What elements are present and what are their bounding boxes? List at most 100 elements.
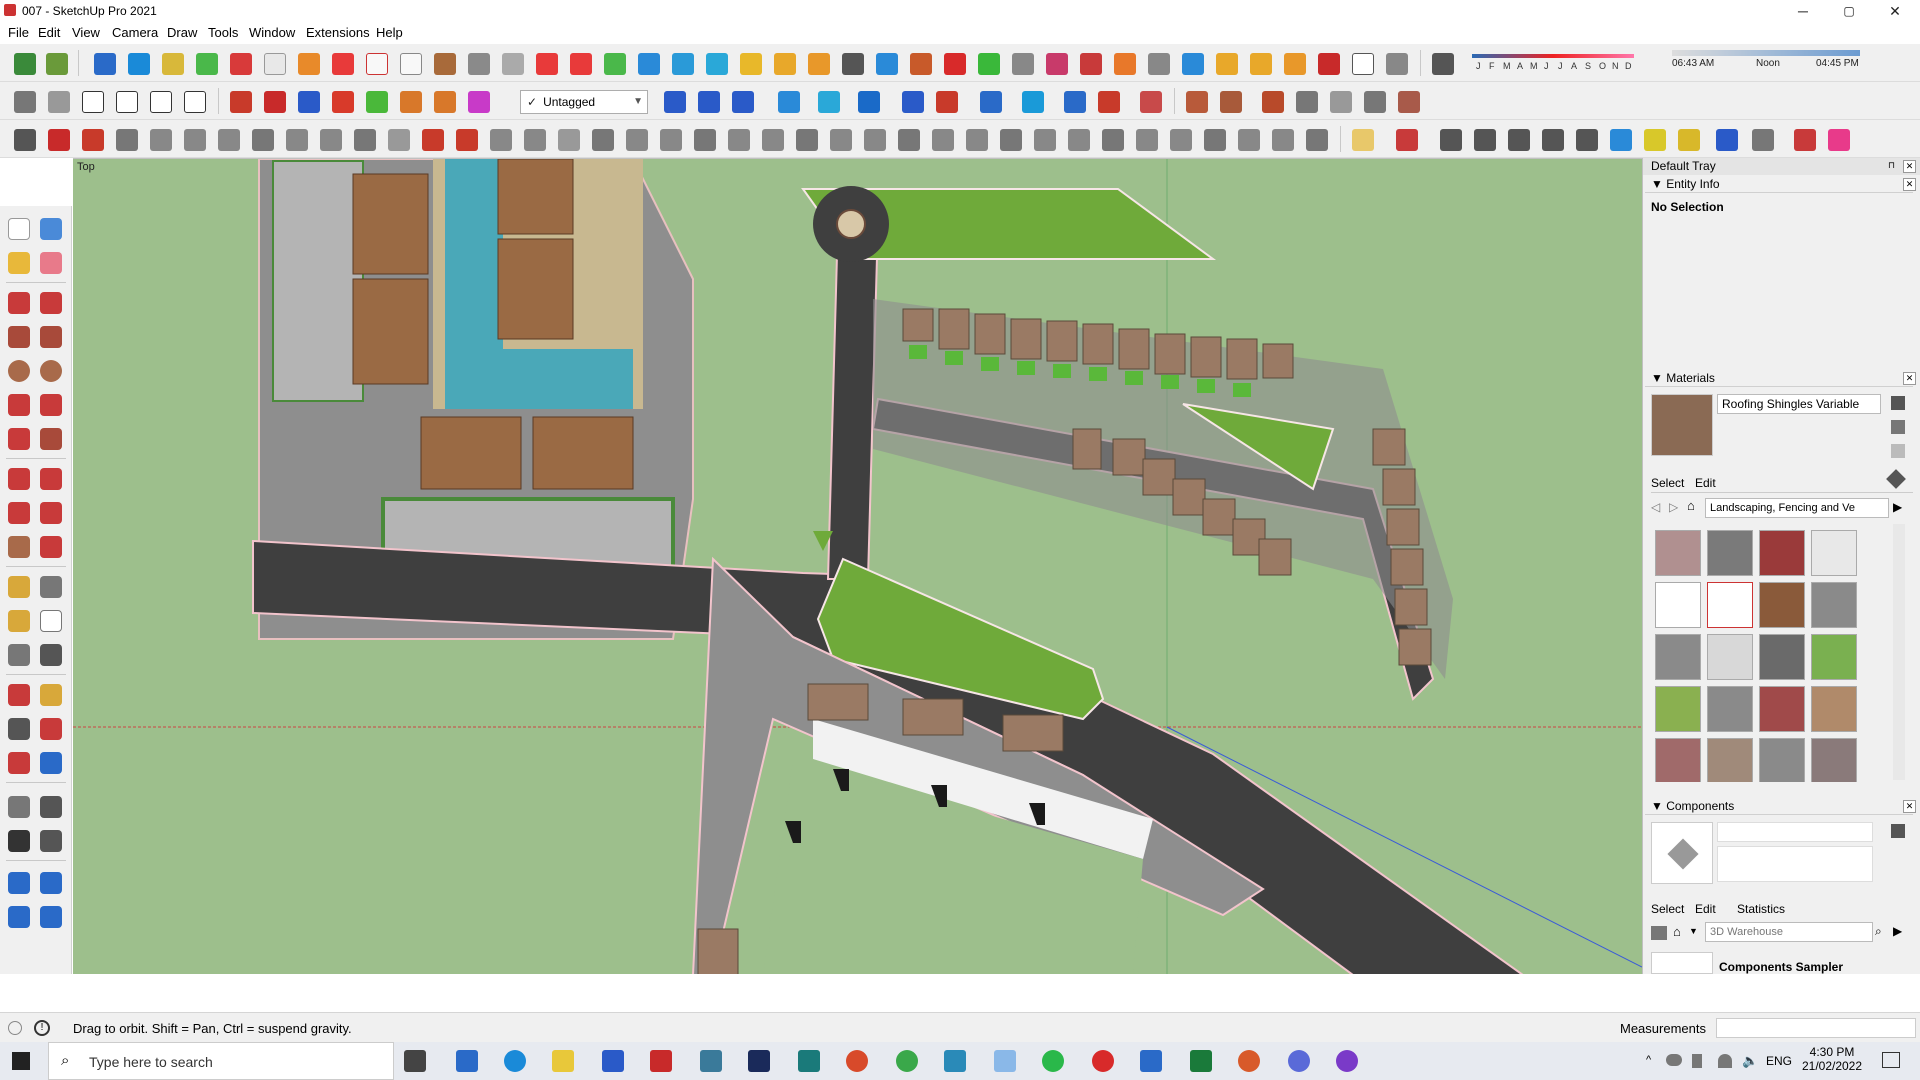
pin-icon[interactable]: ⊓ [1885,160,1898,173]
rail-d-icon[interactable] [762,129,784,151]
rail-c-icon[interactable] [728,129,750,151]
bezier-b-icon[interactable] [48,129,70,151]
axes-icon[interactable] [8,644,30,666]
bezier-c-icon[interactable] [82,129,104,151]
onedrive-icon[interactable] [1666,1054,1682,1066]
link-icon[interactable] [1716,129,1738,151]
push-pull-icon[interactable] [40,468,62,490]
language-indicator[interactable]: ENG [1766,1054,1792,1068]
tool-n-icon[interactable] [400,91,422,113]
dimension-icon[interactable] [980,91,1002,113]
minimize-button[interactable]: ─ [1780,0,1826,22]
sample-icon[interactable] [1891,444,1905,458]
menu-draw[interactable]: Draw [167,25,197,40]
autocad-icon[interactable] [650,1050,672,1072]
tool-v-icon[interactable] [366,91,388,113]
text-tool-icon[interactable] [40,610,62,632]
curve-icon[interactable] [1352,53,1374,75]
shape-a-icon[interactable] [150,129,172,151]
tray-chevron-icon[interactable]: ^ [1646,1054,1651,1066]
components-sampler-label[interactable]: Components Sampler [1719,960,1843,974]
photoshop-icon[interactable] [748,1050,770,1072]
swatch-20[interactable] [1811,738,1857,782]
layer-b-icon[interactable] [818,91,840,113]
layer-c-icon[interactable] [858,91,880,113]
fence-a-icon[interactable] [558,129,580,151]
material-library-dropdown[interactable]: Landscaping, Fencing and Ve [1705,498,1889,518]
maximize-button[interactable]: ▢ [1826,0,1872,22]
loop-icon[interactable] [774,53,796,75]
rail-h-icon[interactable] [898,129,920,151]
rail-t-icon[interactable] [1306,129,1328,151]
curve-blue-icon[interactable] [1610,129,1632,151]
swatch-15[interactable] [1759,686,1805,732]
file-explorer-icon[interactable] [552,1050,574,1072]
app-icon-a[interactable] [700,1050,722,1072]
textured-icon[interactable] [732,91,754,113]
freehand-icon[interactable] [40,292,62,314]
menu-window[interactable]: Window [249,25,295,40]
details-arrow-icon[interactable]: ▶ [1893,500,1902,514]
swatch-9[interactable] [1655,634,1701,680]
chevron-down-icon[interactable]: ▼ [1689,926,1698,936]
curve-yellow-icon[interactable] [1644,129,1666,151]
sandbox-d-icon[interactable] [40,906,62,928]
line-red-icon[interactable] [422,129,444,151]
protractor-icon[interactable] [8,610,30,632]
house-icon[interactable] [150,91,172,113]
grid-icon[interactable] [1182,53,1204,75]
zoom-extents-icon[interactable] [8,752,30,774]
notifications-icon[interactable] [1882,1052,1900,1068]
getting-started-icon[interactable] [14,53,36,75]
zoom-extent-icon[interactable] [1022,91,1044,113]
pencil-red-icon[interactable] [1396,129,1418,151]
swatch-17[interactable] [1655,738,1701,782]
menu-edit[interactable]: Edit [38,25,60,40]
rail-k-icon[interactable] [1000,129,1022,151]
rail-b-icon[interactable] [694,129,716,151]
menu-camera[interactable]: Camera [112,25,158,40]
two-point-arc-icon[interactable] [40,394,62,416]
line-icon[interactable] [8,292,30,314]
follow-me-icon[interactable] [502,53,524,75]
swatch-18[interactable] [1707,738,1753,782]
swatch-16[interactable] [1811,686,1857,732]
material-name-field[interactable]: Roofing Shingles Variable [1717,394,1881,414]
solid-tools-icon[interactable] [1080,53,1102,75]
move-icon[interactable] [8,468,30,490]
entity-info-close-button[interactable]: ✕ [1903,178,1916,191]
hand-icon[interactable] [1140,91,1162,113]
shape-b-icon[interactable] [184,129,206,151]
waffle-icon[interactable] [1284,53,1306,75]
circle-icon[interactable] [1474,129,1496,151]
section-cut-icon[interactable] [400,53,422,75]
excel-icon[interactable] [1190,1050,1212,1072]
scale-tool-icon[interactable] [8,536,30,558]
rail-n-icon[interactable] [1102,129,1124,151]
shape-c-icon[interactable] [218,129,240,151]
rail-p-icon[interactable] [1170,129,1192,151]
rail-j-icon[interactable] [966,129,988,151]
tool-a-icon[interactable] [264,91,286,113]
paint-bucket-icon[interactable] [8,252,30,274]
hidden-line-icon[interactable] [664,91,686,113]
pie-icon[interactable] [40,428,62,450]
group-icon[interactable] [1012,53,1034,75]
paint-icon[interactable] [1114,53,1136,75]
swatch-13[interactable] [1655,686,1701,732]
curve-a-icon[interactable] [1064,91,1086,113]
follow-me-tool-icon[interactable] [40,502,62,524]
shape-f-icon[interactable] [320,129,342,151]
home-icon[interactable]: ⌂ [1687,498,1695,513]
rail-r-icon[interactable] [1238,129,1260,151]
notes-icon[interactable] [994,1050,1016,1072]
right-view-icon[interactable] [196,53,218,75]
clock[interactable]: 4:30 PM 21/02/2022 [1800,1045,1864,1073]
shaded-icon[interactable] [698,91,720,113]
component-name-field[interactable] [1717,822,1873,842]
fence-c-icon[interactable] [626,129,648,151]
swatch-4[interactable] [1811,530,1857,576]
sketchup-layout-icon[interactable] [798,1050,820,1072]
pan-icon[interactable] [40,684,62,706]
look-around-icon[interactable] [40,796,62,818]
